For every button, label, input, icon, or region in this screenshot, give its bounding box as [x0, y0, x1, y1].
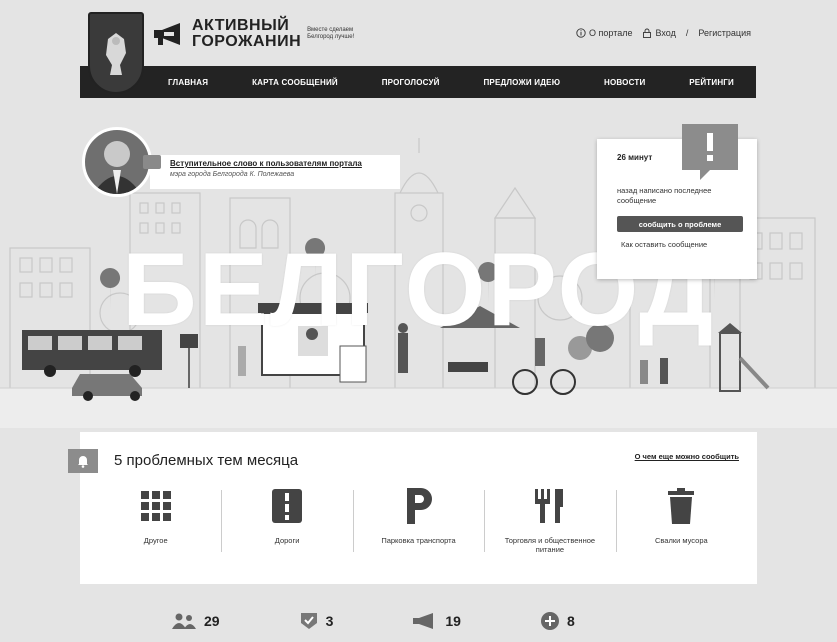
category-trade-catering[interactable]: Торговля и общественное питание [484, 482, 615, 554]
nav-item-ratings[interactable]: РЕЙТИНГИ [689, 78, 734, 87]
fork-knife-icon [534, 489, 563, 523]
logo-title: АКТИВНЫЙ ГОРОЖАНИН [192, 17, 302, 50]
mayor-avatar [93, 141, 141, 194]
register-link[interactable]: Регистрация [698, 28, 751, 38]
nav-item-news[interactable]: НОВОСТИ [604, 78, 645, 87]
grid-icon [140, 491, 171, 521]
category-parking[interactable]: Парковка транспорта [352, 482, 484, 554]
nav-item-vote[interactable]: ПРОГОЛОСУЙ [382, 78, 440, 87]
mayor-message-link[interactable]: Вступительное слово к пользователям порт… [170, 159, 400, 168]
exclamation-icon [682, 124, 738, 180]
category-other[interactable]: Другое [90, 482, 221, 554]
top-links: О портале Вход / Регистрация [566, 28, 751, 38]
stat-users: 29 [172, 612, 220, 630]
problems-card: 5 проблемных тем месяца О чем еще можно … [80, 432, 757, 584]
megaphone-icon [413, 613, 434, 629]
trash-icon [668, 488, 695, 524]
login-link[interactable]: Вход [642, 28, 676, 38]
how-to-report-link[interactable]: Как оставить сообщение [621, 240, 757, 249]
stats-bar: 29 3 19 8 [172, 612, 612, 630]
chat-bubble-icon [143, 155, 161, 169]
stat-resolved: 3 [300, 612, 333, 630]
road-icon [272, 489, 303, 523]
bell-icon [68, 449, 98, 473]
nav-item-map[interactable]: КАРТА СООБЩЕНИЙ [252, 78, 338, 87]
nav-item-idea[interactable]: ПРЕДЛОЖИ ИДЕЮ [483, 78, 560, 87]
report-problem-button[interactable]: сообщить о проблеме [617, 216, 743, 232]
parking-icon [406, 488, 432, 524]
site-logo[interactable]: АКТИВНЫЙ ГОРОЖАНИН Вместе сделаем Белгор… [152, 18, 367, 50]
problems-title: 5 проблемных тем месяца [114, 452, 299, 469]
stat-ideas: 8 [540, 612, 575, 630]
info-icon [576, 28, 586, 38]
category-roads[interactable]: Дороги [221, 482, 352, 554]
logo-slogan: Вместе сделаем Белгород лучше! [307, 27, 355, 40]
stat-messages: 19 [413, 612, 461, 630]
mayor-message: Вступительное слово к пользователям порт… [150, 155, 400, 189]
mayor-caption: мэра города Белгорода К. Полежаева [170, 171, 295, 178]
coat-of-arms-logo[interactable] [88, 12, 144, 94]
shield-check-icon [300, 613, 317, 629]
category-garbage[interactable]: Свалки мусора [615, 482, 747, 554]
nav-item-home[interactable]: ГЛАВНАЯ [168, 78, 208, 87]
links-separator: / [685, 28, 689, 38]
last-message-text: назад написано последнее сообщение [617, 186, 712, 205]
main-nav: ГЛАВНАЯ КАРТА СООБЩЕНИЙ ПРОГОЛОСУЙ ПРЕДЛ… [80, 66, 756, 98]
plus-circle-icon [540, 612, 559, 630]
lock-icon [643, 28, 652, 38]
exclamation-mark-icon [707, 133, 713, 161]
lion-emblem-icon [106, 33, 126, 75]
problem-categories: Другое Дороги Парковка транспорта Торгов… [90, 482, 747, 554]
users-icon [172, 613, 196, 629]
more-topics-link[interactable]: О чем еще можно сообщить [635, 452, 739, 461]
megaphone-logo-icon [154, 23, 180, 45]
mayor-photo[interactable] [82, 127, 152, 197]
bell-shape-icon [78, 456, 88, 468]
about-link[interactable]: О портале [576, 28, 632, 38]
